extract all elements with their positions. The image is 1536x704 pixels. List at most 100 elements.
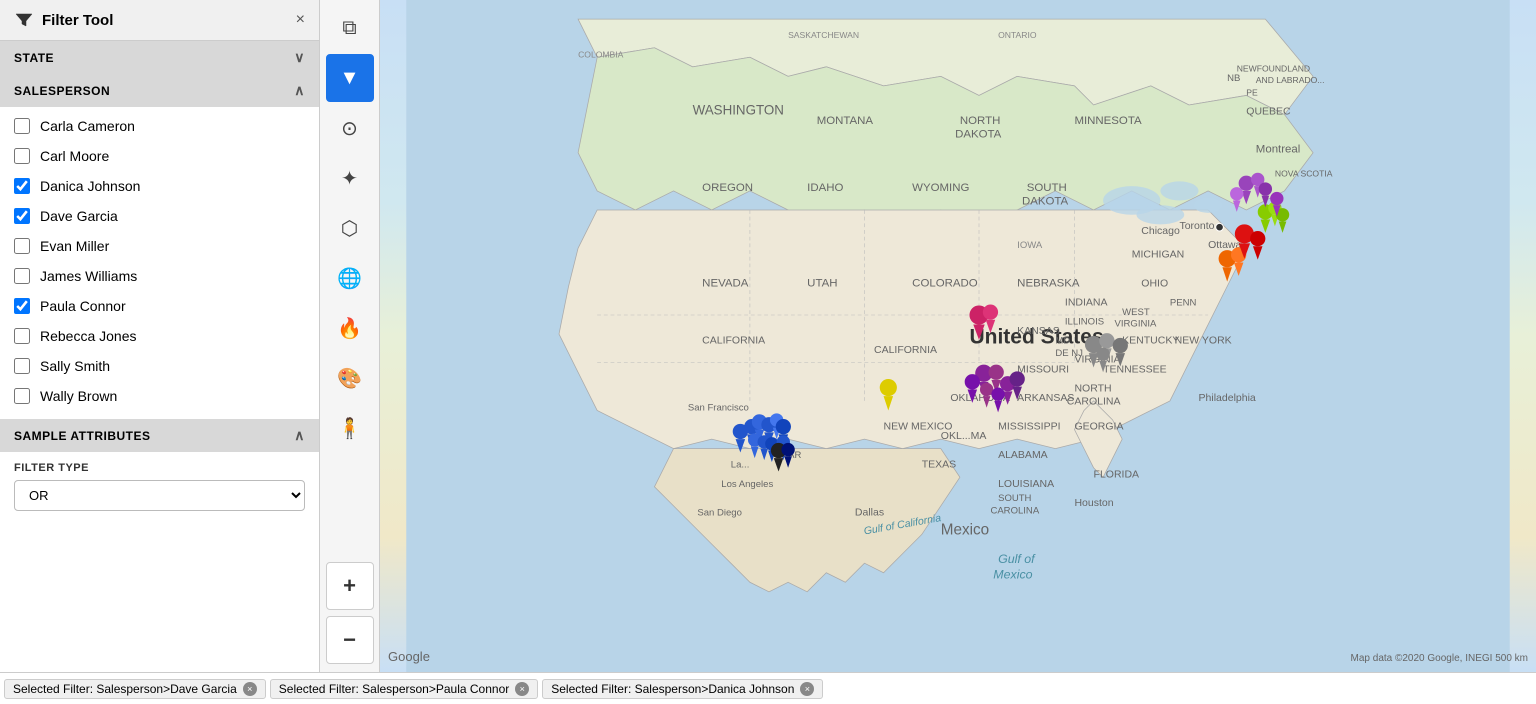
salesperson-checkbox[interactable]: [14, 268, 30, 284]
globe-tool-button[interactable]: 🌐: [326, 254, 374, 302]
svg-text:Houston: Houston: [1074, 497, 1113, 509]
svg-text:Los Angeles: Los Angeles: [721, 479, 773, 490]
svg-text:CALIFORNIA: CALIFORNIA: [874, 344, 937, 356]
map-attribution: Map data ©2020 Google, INEGI 500 km: [1351, 653, 1528, 664]
svg-text:MINNESOTA: MINNESOTA: [1074, 115, 1142, 127]
salesperson-name: Wally Brown: [40, 388, 117, 404]
filter-chip: Selected Filter: Salesperson>Dave Garcia…: [4, 679, 266, 699]
svg-text:LOUISIANA: LOUISIANA: [998, 478, 1054, 490]
salesperson-name: Dave Garcia: [40, 208, 118, 224]
svg-text:QUEBEC: QUEBEC: [1246, 106, 1291, 118]
zoom-in-button[interactable]: +: [326, 562, 374, 610]
svg-text:Gulf of: Gulf of: [998, 552, 1036, 566]
salesperson-checkbox[interactable]: [14, 298, 30, 314]
filter-chip-close[interactable]: ×: [800, 682, 814, 696]
zoom-out-button[interactable]: −: [326, 616, 374, 664]
salesperson-item[interactable]: James Williams: [0, 261, 319, 291]
copy-tool-button[interactable]: ⧉: [326, 4, 374, 52]
sidebar-header-left: Filter Tool: [14, 10, 113, 30]
filter-chip-close[interactable]: ×: [243, 682, 257, 696]
salesperson-checkbox[interactable]: [14, 178, 30, 194]
svg-text:ONTARIO: ONTARIO: [998, 30, 1037, 40]
svg-text:Mexico: Mexico: [941, 522, 989, 539]
salesperson-item[interactable]: Wally Brown: [0, 381, 319, 411]
filter-bar: Selected Filter: Salesperson>Dave Garcia…: [0, 672, 1536, 704]
sidebar-header: Filter Tool ×: [0, 0, 319, 41]
salesperson-checkbox[interactable]: [14, 238, 30, 254]
svg-text:VIRGINIA: VIRGINIA: [1115, 318, 1157, 329]
toolbar: ⧉▼⊙✦⬡🌐🔥🎨🧍 + −: [320, 0, 380, 672]
person-tool-button[interactable]: 🧍: [326, 404, 374, 452]
palette-tool-button[interactable]: 🎨: [326, 354, 374, 402]
salesperson-item[interactable]: Evan Miller: [0, 231, 319, 261]
svg-text:MICHIGAN: MICHIGAN: [1132, 249, 1185, 261]
filter-type-select[interactable]: ORAND: [14, 480, 305, 511]
svg-text:WYOMING: WYOMING: [912, 182, 969, 194]
sample-attributes-label: SAMPLE ATTRIBUTES: [14, 429, 151, 443]
svg-text:ILLINOIS: ILLINOIS: [1065, 317, 1104, 328]
filter-chip-label: Selected Filter: Salesperson>Danica John…: [551, 682, 794, 696]
svg-text:KENTUCKY: KENTUCKY: [1122, 335, 1179, 347]
svg-text:Chicago: Chicago: [1141, 225, 1180, 237]
filter-icon: [14, 10, 34, 30]
salesperson-name: Sally Smith: [40, 358, 110, 374]
svg-text:PE: PE: [1246, 87, 1258, 97]
filter-chip-label: Selected Filter: Salesperson>Paula Conno…: [279, 682, 509, 696]
polygon-tool-button[interactable]: ⬡: [326, 204, 374, 252]
svg-text:NEWFOUNDLAND: NEWFOUNDLAND: [1237, 64, 1310, 74]
svg-text:NOVA SCOTIA: NOVA SCOTIA: [1275, 169, 1333, 179]
salesperson-checkbox[interactable]: [14, 148, 30, 164]
close-button[interactable]: ×: [296, 11, 305, 29]
state-section-header[interactable]: STATE ∨: [0, 41, 319, 74]
svg-text:San Diego: San Diego: [697, 507, 742, 518]
svg-text:CAROLINA: CAROLINA: [990, 506, 1039, 517]
filter-type-section: FILTER TYPE ORAND: [0, 452, 319, 521]
salesperson-item[interactable]: Carla Cameron: [0, 111, 319, 141]
salesperson-name: Carla Cameron: [40, 118, 135, 134]
sign-tool-button[interactable]: ✦: [326, 154, 374, 202]
svg-text:NB: NB: [1227, 73, 1240, 84]
salesperson-item[interactable]: Rebecca Jones: [0, 321, 319, 351]
salesperson-name: Carl Moore: [40, 148, 109, 164]
svg-text:MONTANA: MONTANA: [817, 115, 874, 127]
salesperson-checkbox[interactable]: [14, 358, 30, 374]
zoom-group: + −: [326, 558, 374, 664]
salesperson-checkbox[interactable]: [14, 208, 30, 224]
svg-text:TEXAS: TEXAS: [922, 459, 956, 471]
map-container[interactable]: Gulf of California Gulf of Mexico United…: [380, 0, 1536, 672]
salesperson-section-header[interactable]: SALESPERSON ∧: [0, 74, 319, 107]
salesperson-item[interactable]: Carl Moore: [0, 141, 319, 171]
salesperson-checkbox[interactable]: [14, 118, 30, 134]
salesperson-name: James Williams: [40, 268, 137, 284]
svg-text:WEST: WEST: [1122, 307, 1150, 318]
salesperson-name: Paula Connor: [40, 298, 126, 314]
svg-text:FLORIDA: FLORIDA: [1094, 468, 1140, 480]
sidebar: Filter Tool × STATE ∨ SALESPERSON ∧ Carl…: [0, 0, 320, 672]
svg-text:MD: MD: [1055, 336, 1070, 347]
salesperson-checkbox[interactable]: [14, 388, 30, 404]
svg-text:DAKOTA: DAKOTA: [1022, 195, 1069, 207]
pin-tool-button[interactable]: ⊙: [326, 104, 374, 152]
salesperson-item[interactable]: Danica Johnson: [0, 171, 319, 201]
map-svg: Gulf of California Gulf of Mexico United…: [380, 0, 1536, 672]
filter-chip-label: Selected Filter: Salesperson>Dave Garcia: [13, 682, 237, 696]
fire-tool-button[interactable]: 🔥: [326, 304, 374, 352]
svg-text:ARKANSAS: ARKANSAS: [1017, 392, 1074, 404]
svg-text:NEW YORK: NEW YORK: [1175, 335, 1232, 347]
svg-text:DE NJ: DE NJ: [1055, 348, 1083, 359]
svg-text:KANSAS: KANSAS: [1017, 325, 1060, 337]
svg-text:OHIO: OHIO: [1141, 277, 1168, 289]
svg-text:CAROLINA: CAROLINA: [1067, 396, 1121, 408]
sample-attributes-header[interactable]: SAMPLE ATTRIBUTES ∧: [0, 419, 319, 452]
filter-chip-close[interactable]: ×: [515, 682, 529, 696]
svg-text:SOUTH: SOUTH: [998, 493, 1031, 504]
filter-chip: Selected Filter: Salesperson>Paula Conno…: [270, 679, 538, 699]
svg-text:Toronto: Toronto: [1179, 220, 1214, 232]
svg-text:ALABAMA: ALABAMA: [998, 449, 1048, 461]
svg-text:San Francisco: San Francisco: [688, 402, 749, 413]
salesperson-checkbox[interactable]: [14, 328, 30, 344]
salesperson-item[interactable]: Paula Connor: [0, 291, 319, 321]
filter-tool-button[interactable]: ▼: [326, 54, 374, 102]
salesperson-item[interactable]: Dave Garcia: [0, 201, 319, 231]
salesperson-item[interactable]: Sally Smith: [0, 351, 319, 381]
